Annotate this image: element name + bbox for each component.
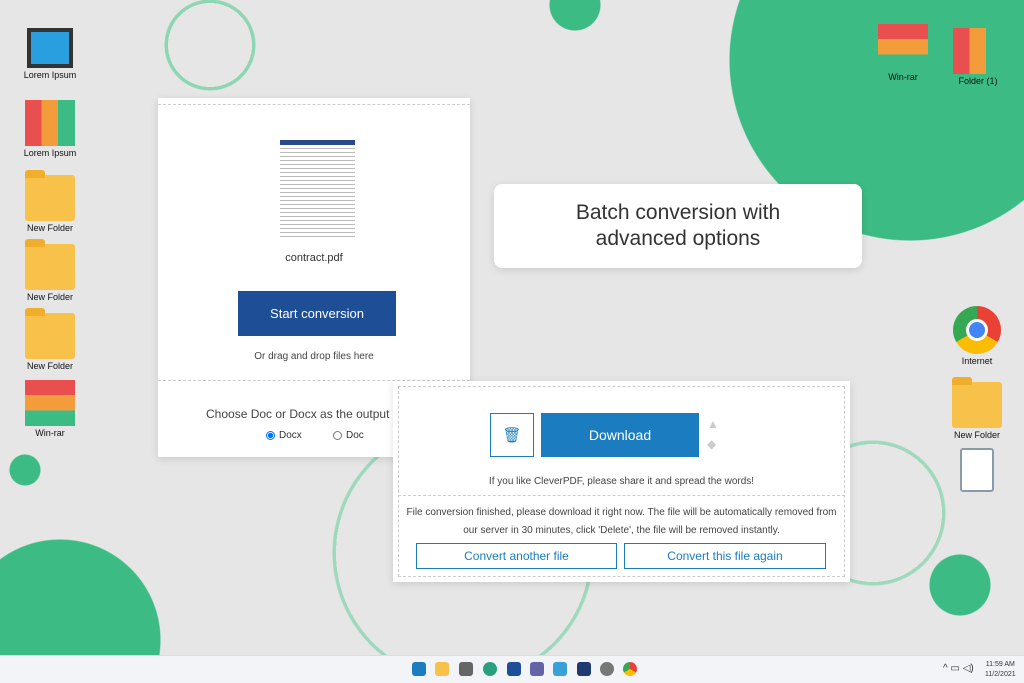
start-conversion-button[interactable]: Start conversion: [238, 291, 396, 336]
computer-icon: [27, 28, 73, 68]
dropbox-icon[interactable]: ◆: [707, 437, 716, 451]
folder-icon: [25, 170, 75, 221]
folder-icon: [952, 377, 1002, 428]
google-drive-icon[interactable]: ▲: [707, 417, 719, 431]
binders-icon: [25, 100, 75, 146]
winrar-icon: [878, 24, 928, 70]
desktop-icon-winrar[interactable]: Win-rar: [868, 24, 938, 82]
output-label: Choose Doc or Docx as the output: [206, 407, 390, 421]
pdf-thumbnail: [280, 140, 355, 240]
trash-icon: [960, 448, 994, 492]
desktop-icon-binders[interactable]: Folder (1): [943, 28, 1013, 86]
result-panel: 🗑 Download ▲ ◆ If you like CleverPDF, pl…: [393, 381, 850, 582]
teams-icon[interactable]: [530, 662, 544, 676]
taskbar: ^ ▭ ◁) 11:59 AM 11/2/2021: [0, 655, 1024, 683]
store-icon[interactable]: [507, 662, 521, 676]
start-icon[interactable]: [412, 662, 426, 676]
app-icon[interactable]: [553, 662, 567, 676]
trash-icon: 🗑: [502, 427, 522, 444]
desktop-icon-folder[interactable]: New Folder: [15, 170, 85, 233]
desktop-icon-folder[interactable]: New Folder: [15, 308, 85, 371]
conversion-notice: File conversion finished, please downloa…: [406, 507, 837, 536]
file-name: contract.pdf: [285, 252, 343, 264]
delete-button[interactable]: 🗑: [490, 413, 534, 457]
radio-docx[interactable]: Docx: [266, 430, 302, 441]
folder-icon: [25, 308, 75, 359]
chrome-icon[interactable]: [623, 662, 637, 676]
tray-icons[interactable]: ^ ▭ ◁): [943, 663, 974, 674]
radio-doc[interactable]: Doc: [333, 430, 364, 441]
active-app-icon[interactable]: [577, 662, 591, 676]
recycle-bin-icon[interactable]: [942, 448, 1012, 494]
download-button[interactable]: Download: [541, 413, 699, 457]
desktop-icon-winrar[interactable]: Win-rar: [15, 380, 85, 438]
edge-icon[interactable]: [483, 662, 497, 676]
winrar-icon: [25, 380, 75, 426]
desktop-icon-internet[interactable]: Internet: [942, 306, 1012, 366]
share-text: If you like CleverPDF, please share it a…: [488, 476, 755, 487]
file-explorer-icon[interactable]: [435, 662, 449, 676]
clock[interactable]: 11:59 AM 11/2/2021: [985, 660, 1016, 680]
chrome-icon: [953, 306, 1001, 354]
convert-again-button[interactable]: Convert this file again: [624, 543, 826, 569]
settings-icon[interactable]: [600, 662, 614, 676]
convert-another-button[interactable]: Convert another file: [416, 543, 617, 569]
folder-icon: [25, 239, 75, 290]
drag-hint: Or drag and drop files here: [254, 351, 374, 362]
desktop-icon-binders[interactable]: Lorem Ipsum: [15, 100, 85, 158]
camera-icon[interactable]: [459, 662, 473, 676]
desktop-icon-computer[interactable]: Lorem Ipsum: [15, 28, 85, 80]
binders-icon: [953, 28, 1003, 74]
desktop-icon-folder[interactable]: New Folder: [15, 239, 85, 302]
desktop-icon-folder[interactable]: New Folder: [942, 377, 1012, 440]
feature-callout: Batch conversion with advanced options: [494, 184, 862, 268]
